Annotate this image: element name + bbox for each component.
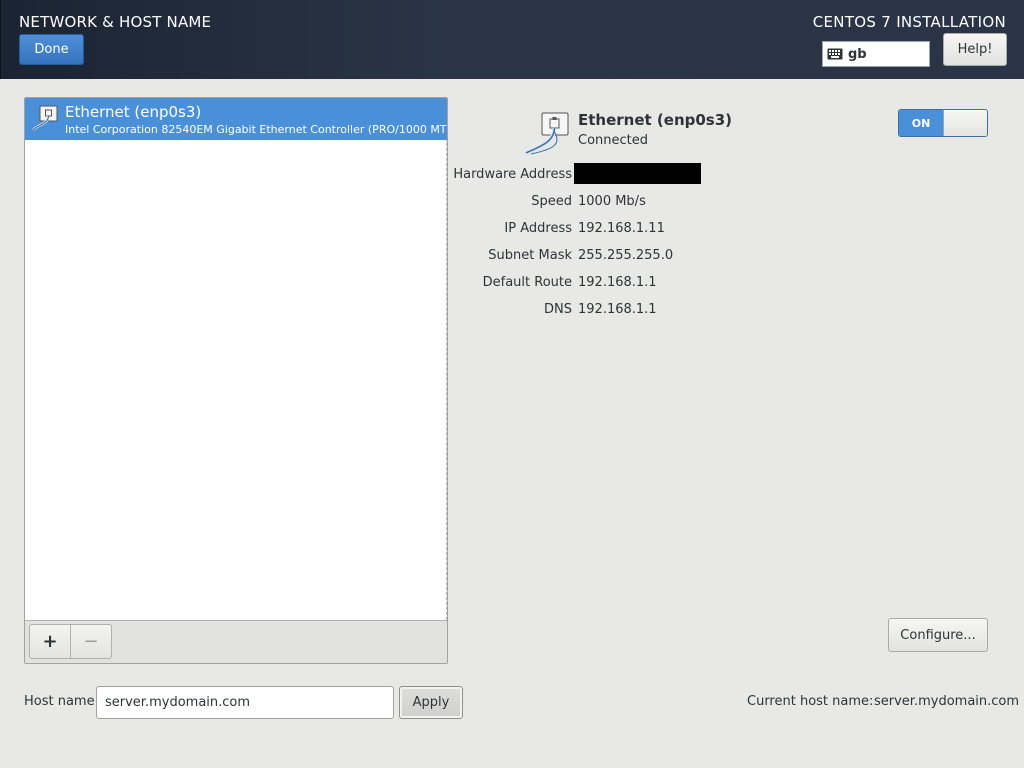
- ethernet-icon: [32, 105, 58, 131]
- device-row-enp0s3[interactable]: Ethernet (enp0s3) Intel Corporation 8254…: [25, 98, 447, 140]
- hardware-address-label: Hardware Address: [453, 167, 572, 182]
- done-button[interactable]: Done: [19, 34, 84, 65]
- ip-address-value: 192.168.1.11: [578, 221, 665, 236]
- apply-button[interactable]: Apply: [399, 686, 463, 719]
- ethernet-device-icon: [525, 112, 569, 155]
- keyboard-layout-indicator[interactable]: gb: [822, 41, 930, 67]
- selected-device-name: Ethernet (enp0s3): [578, 111, 733, 129]
- keyboard-layout-label: gb: [848, 46, 867, 62]
- speed-value: 1000 Mb/s: [578, 194, 646, 209]
- host-name-input[interactable]: [96, 686, 394, 719]
- current-host-name-label: Current host name:: [747, 694, 874, 709]
- dns-value: 192.168.1.1: [578, 302, 657, 317]
- toggle-on-label: ON: [899, 110, 943, 136]
- remove-device-button[interactable]: −: [70, 624, 112, 659]
- subnet-mask-value: 255.255.255.0: [578, 248, 674, 263]
- hardware-address-value: [574, 163, 701, 184]
- device-list-toolbar: + −: [25, 620, 447, 663]
- installer-title: CENTOS 7 INSTALLATION: [812, 13, 1006, 31]
- subnet-mask-label: Subnet Mask: [488, 248, 572, 263]
- add-device-button[interactable]: +: [29, 624, 71, 659]
- page-title: NETWORK & HOST NAME: [19, 13, 212, 31]
- toggle-knob[interactable]: [943, 110, 987, 136]
- default-route-value: 192.168.1.1: [578, 275, 657, 290]
- configure-button[interactable]: Configure...: [888, 618, 988, 652]
- speed-label: Speed: [531, 194, 572, 209]
- dns-label: DNS: [544, 302, 572, 317]
- current-host-name-value: server.mydomain.com: [874, 694, 1020, 709]
- device-list-panel: Ethernet (enp0s3) Intel Corporation 8254…: [24, 97, 448, 664]
- device-list[interactable]: Ethernet (enp0s3) Intel Corporation 8254…: [25, 98, 447, 620]
- ip-address-label: IP Address: [504, 221, 572, 236]
- keyboard-icon: [827, 48, 843, 60]
- device-power-toggle[interactable]: ON: [898, 109, 988, 137]
- default-route-label: Default Route: [482, 275, 572, 290]
- help-button[interactable]: Help!: [943, 33, 1007, 66]
- device-description: Intel Corporation 82540EM Gigabit Ethern…: [65, 123, 447, 136]
- top-bar: NETWORK & HOST NAME Done CENTOS 7 INSTAL…: [0, 0, 1024, 79]
- host-name-label: Host name:: [24, 694, 99, 709]
- device-name: Ethernet (enp0s3): [65, 103, 202, 121]
- connection-status: Connected: [578, 133, 649, 148]
